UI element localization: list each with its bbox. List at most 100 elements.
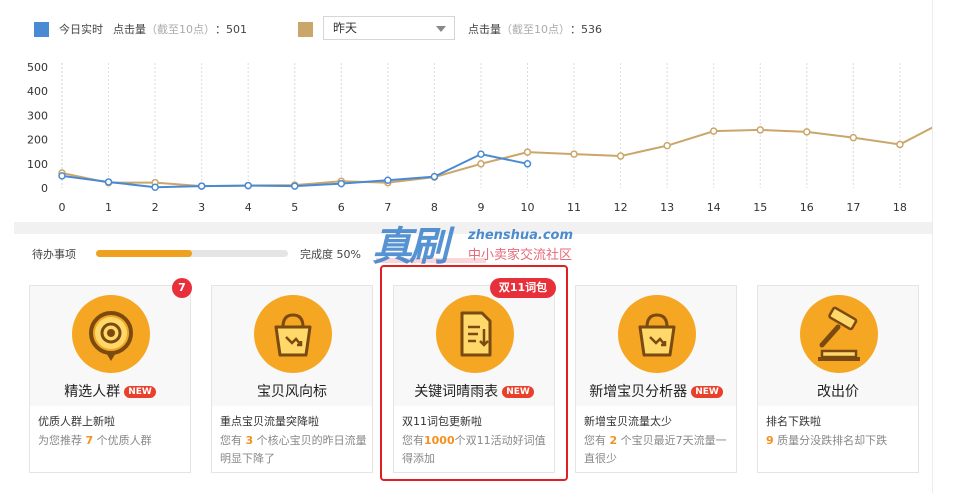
x-tick-label: 9 — [477, 201, 484, 214]
x-tick-label: 15 — [753, 201, 767, 214]
yesterday-data-point — [616, 152, 625, 160]
today-data-point — [337, 179, 346, 188]
x-tick-label: 8 — [431, 201, 438, 214]
card-detail: 9 质量分没跌排名却下跌 — [766, 432, 916, 450]
shopping-bag-analysis-icon — [618, 295, 696, 373]
x-tick-label: 16 — [800, 201, 814, 214]
x-tick-label: 5 — [291, 201, 298, 214]
keyword-document-icon — [436, 295, 514, 373]
y-tick-label: 100 — [27, 158, 48, 171]
x-tick-label: 17 — [846, 201, 860, 214]
watermark-brand: 真刷 — [372, 224, 449, 270]
yesterday-data-point — [849, 133, 858, 142]
compare-day-select[interactable]: 昨天 — [323, 16, 455, 40]
x-tick-label: 11 — [567, 201, 581, 214]
compare-day-value: 昨天 — [333, 21, 358, 35]
compare-clicks: 点击量 （截至10点） ： 536 — [468, 18, 602, 40]
today-data-point — [477, 150, 485, 158]
card-title-text: 新增宝贝分析器 — [589, 384, 688, 400]
today-data-point — [523, 160, 532, 168]
clicks-line-chart: 01002003004005000 1 2 3 4 5 6 7 8 9 10 11 12 13 14 15 16… — [27, 61, 932, 214]
today-data-point — [104, 178, 113, 186]
notification-count-badge: 7 — [172, 278, 192, 298]
card-title: 改出价 — [758, 381, 918, 401]
yesterday-data-point — [756, 126, 764, 134]
x-tick-label: 18 — [893, 201, 907, 214]
card-change-bid[interactable]: 改出价 排名下跌啦 9 质量分没跌排名却下跌 — [757, 285, 919, 473]
yesterday-data-point — [896, 140, 904, 149]
detail-prefix: 您有 — [584, 434, 610, 447]
yesterday-data-point — [709, 127, 718, 135]
yesterday-data-point — [523, 148, 532, 156]
y-tick-label: 0 — [41, 182, 48, 195]
y-tick-label: 300 — [27, 109, 48, 122]
progress-fill — [96, 250, 192, 257]
card-title-text: 关键词晴雨表 — [414, 384, 499, 400]
detail-number: 2 — [609, 434, 618, 447]
today-data-point — [58, 172, 66, 180]
card-header: 宝贝风向标 — [212, 286, 372, 406]
card-description: 重点宝贝流量突降啦 — [220, 415, 319, 428]
today-data-point — [430, 172, 439, 181]
today-data-point — [244, 181, 252, 190]
new-badge: NEW — [124, 386, 156, 398]
today-label: 今日实时 — [59, 23, 103, 36]
progress-text: 完成度 50% — [300, 248, 361, 261]
today-data-point — [197, 182, 206, 190]
card-product-trend[interactable]: 宝贝风向标 重点宝贝流量突降啦 您有 3 个核心宝贝的昨日流量明显下降了 — [211, 285, 373, 473]
x-tick-label: 10 — [521, 201, 535, 214]
card-selected-crowd[interactable]: 精选人群 NEW 优质人群上新啦 为您推荐 7 个优质人群 — [29, 285, 191, 473]
card-description: 双11词包更新啦 — [402, 415, 482, 428]
detail-number: 3 — [245, 434, 254, 447]
today-clicks-value: 501 — [226, 22, 247, 36]
detail-prefix: 为您推荐 — [38, 434, 86, 447]
card-header: 新增宝贝分析器 NEW — [576, 286, 736, 406]
today-data-point — [151, 183, 159, 192]
detail-number: 7 — [85, 434, 94, 447]
card-new-product-analyzer[interactable]: 新增宝贝分析器 NEW 新增宝贝流量太少 您有 2 个宝贝最近7天流量一直很少 — [575, 285, 737, 473]
detail-number: 1000 — [424, 434, 455, 447]
card-title: 精选人群 NEW — [30, 381, 190, 401]
card-description: 优质人群上新啦 — [38, 415, 115, 428]
card-description: 新增宝贝流量太少 — [584, 415, 672, 428]
today-swatch — [34, 21, 49, 37]
card-detail: 您有 3 个核心宝贝的昨日流量明显下降了 — [220, 432, 370, 468]
today-data-point — [291, 182, 299, 190]
y-tick-label: 400 — [27, 85, 48, 98]
x-tick-label: 12 — [614, 201, 628, 214]
chevron-down-icon — [436, 26, 446, 32]
watermark-slogan: 中小卖家交流社区 — [468, 248, 573, 263]
card-title: 关键词晴雨表 NEW — [394, 381, 554, 401]
card-title-text: 改出价 — [817, 384, 859, 400]
yesterday-data-point — [803, 128, 811, 136]
card-keyword-barometer[interactable]: 关键词晴雨表 NEW 双11词包更新啦 您有1000个双11活动好词值得添加 — [393, 285, 555, 473]
x-tick-label: 3 — [198, 201, 205, 214]
watermark-url: zhenshua.com — [468, 228, 574, 243]
detail-suffix: 质量分没跌排名却下跌 — [773, 434, 888, 447]
card-detail: 您有1000个双11活动好词值得添加 — [402, 432, 552, 468]
yesterday-data-point — [477, 160, 485, 168]
new-badge: NEW — [502, 386, 534, 398]
x-tick-label: 14 — [707, 201, 721, 214]
x-tick-label: 7 — [384, 201, 391, 214]
promo-badge: 双11词包 — [490, 278, 556, 298]
card-header: 精选人群 NEW — [30, 286, 190, 406]
x-tick-label: 2 — [152, 201, 159, 214]
card-header: 关键词晴雨表 NEW — [394, 286, 554, 406]
x-tick-label: 4 — [245, 201, 252, 214]
detail-suffix: 个优质人群 — [93, 434, 152, 447]
y-tick-label: 200 — [27, 134, 48, 147]
card-description: 排名下跌啦 — [766, 415, 821, 428]
compare-legend — [298, 18, 313, 40]
page-edge — [932, 0, 955, 493]
compare-clicks-label: 点击量 — [468, 23, 501, 36]
x-tick-label: 6 — [338, 201, 345, 214]
todo-label: 待办事项 — [32, 248, 76, 261]
card-detail: 为您推荐 7 个优质人群 — [38, 432, 188, 450]
new-badge: NEW — [691, 386, 723, 398]
detail-prefix: 您有 — [402, 434, 424, 447]
target-crowd-icon — [72, 295, 150, 373]
card-title: 宝贝风向标 — [212, 381, 372, 401]
card-title-text: 宝贝风向标 — [257, 384, 327, 400]
today-note: （截至10点） — [146, 23, 215, 36]
